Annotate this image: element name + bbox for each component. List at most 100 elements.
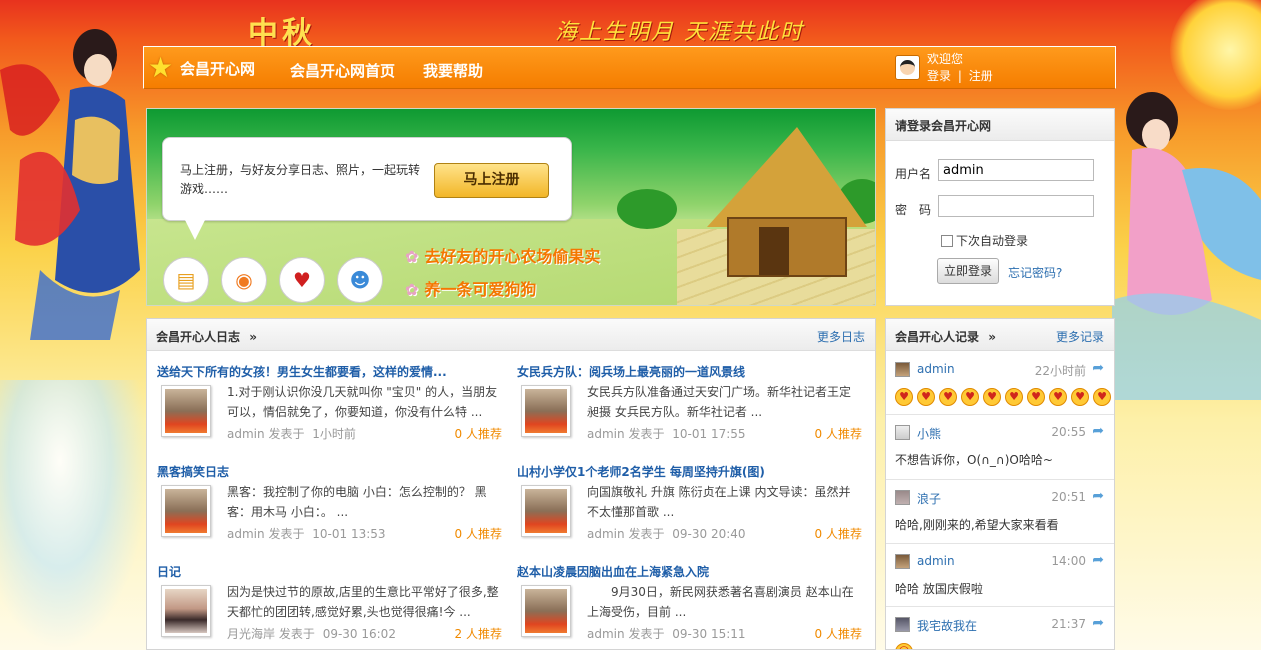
blog-post: 送给天下所有的女孩！男生女生都要看，这样的爱情... 1.对于刚认识你没几天就叫…	[157, 363, 507, 463]
people-icon[interactable]: ☻	[337, 257, 383, 303]
cloud-decoration	[0, 380, 150, 650]
post-thumbnail[interactable]	[521, 585, 571, 637]
reply-arrow-icon[interactable]: ➦	[1092, 360, 1104, 376]
post-meta: admin 发表于 10-01 13:53	[227, 527, 386, 541]
record-item: 浪子 20:51 ➦ 哈哈,刚刚来的,希望大家来看看	[886, 481, 1114, 544]
avatar	[895, 55, 920, 80]
records-panel: 会昌开心人记录 » 更多记录 admin 22小时前 ➦ ♥ ♥ ♥ ♥ ♥ ♥ ♥ ♥ ♥ ♥ …	[885, 318, 1115, 650]
moon-decoration	[1170, 0, 1261, 110]
avatar[interactable]	[895, 362, 910, 377]
reply-arrow-icon[interactable]: ➦	[1092, 615, 1104, 631]
emoticon-icon: ♥	[1027, 388, 1045, 406]
records-panel-header: 会昌开心人记录 » 更多记录	[886, 319, 1114, 351]
record-item: admin 22小时前 ➦ ♥ ♥ ♥ ♥ ♥ ♥ ♥ ♥ ♥ ♥	[886, 353, 1114, 415]
post-recommend-count[interactable]: 2 人推荐	[455, 625, 502, 642]
emoticon-icon: ♥	[895, 388, 913, 406]
post-title[interactable]: 黑客搞笑日志	[157, 463, 229, 480]
post-excerpt: 9月30日，新民网获悉著名喜剧演员 赵本山在上海受伤，目前 ...	[587, 585, 854, 619]
post-excerpt: 女民兵方队准备通过天安门广场。新华社记者王定昶摄 女兵民方队。新华社记者 ...	[587, 385, 852, 419]
reply-arrow-icon[interactable]: ➦	[1092, 552, 1104, 568]
post-excerpt: 黑客：我控制了你的电脑 小白：怎么控制的？ 黑客：用木马 小白：。 ...	[227, 485, 487, 519]
avatar[interactable]	[895, 425, 910, 440]
blog-post: 赵本山凌晨因脑出血在上海紧急入院 9月30日，新民网获悉著名喜剧演员 赵本山在上…	[517, 563, 867, 650]
star-logo-icon: ★	[148, 51, 174, 84]
welcome-text: 欢迎您	[927, 52, 964, 66]
post-meta: admin 发表于 10-01 17:55	[587, 427, 746, 441]
login-submit-button[interactable]: 立即登录	[937, 258, 999, 284]
avatar[interactable]	[895, 490, 910, 505]
message-icon[interactable]: ▤	[163, 257, 209, 303]
record-item: 小熊 20:55 ➦ 不想告诉你，O(∩_∩)O哈哈~	[886, 416, 1114, 480]
username-input[interactable]	[938, 159, 1094, 181]
password-label: 密 码	[895, 203, 932, 217]
avatar[interactable]	[895, 554, 910, 569]
checkbox-box[interactable]	[941, 234, 953, 247]
record-author[interactable]: 浪子	[917, 490, 941, 507]
post-excerpt: 1.对于刚认识你没几天就叫你 "宝贝" 的人，当朋友可以，情侣就免了，你要知道，…	[227, 385, 498, 419]
record-author[interactable]: admin	[917, 362, 955, 376]
emoticon-icon: ♥	[939, 388, 957, 406]
remember-me-label: 下次自动登录	[956, 234, 1029, 248]
post-thumbnail[interactable]	[521, 485, 571, 537]
record-time: 20:51	[1051, 490, 1086, 504]
register-now-button[interactable]: 马上注册	[434, 163, 549, 198]
record-item: admin 14:00 ➦ 哈哈 放国庆假啦	[886, 545, 1114, 607]
post-excerpt: 因为是快过节的原故,店里的生意比平常好了很多,整天都忙的团团转,感觉好累,头也觉…	[227, 585, 499, 619]
feature-icons: ▤ ◉ ♥ ☻	[163, 257, 395, 303]
site-logo[interactable]: ★ 会昌开心网	[148, 53, 255, 83]
more-blogs-link[interactable]: 更多日志	[817, 328, 865, 345]
post-recommend-count[interactable]: 0 人推荐	[815, 425, 862, 442]
post-title[interactable]: 女民兵方队：阅兵场上最亮丽的一道风景线	[517, 363, 745, 380]
post-meta: admin 发表于 1小时前	[227, 427, 356, 441]
emoticon-icon: ♥	[1093, 388, 1111, 406]
emoticon-icon: ♥	[961, 388, 979, 406]
record-author[interactable]: admin	[917, 554, 955, 568]
avatar[interactable]	[895, 617, 910, 632]
register-link[interactable]: 注册	[969, 69, 993, 83]
post-recommend-count[interactable]: 0 人推荐	[455, 525, 502, 542]
main-container: ★ 会昌开心网 会昌开心网首页 我要帮助 欢迎您 登录 | 注册 马上注册，与好…	[143, 46, 1116, 650]
camera-icon[interactable]: ◉	[221, 257, 267, 303]
blog-panel-header: 会昌开心人日志 » 更多日志	[147, 319, 875, 351]
record-content: 不想告诉你，O(∩_∩)O哈哈~	[895, 453, 1053, 467]
blog-panel-title: 会昌开心人日志 »	[156, 330, 257, 344]
records-panel-title: 会昌开心人记录 »	[895, 330, 996, 344]
post-title[interactable]: 山村小学仅1个老师2名学生 每周坚持升旗(图)	[517, 463, 765, 480]
login-panel: 请登录会昌开心网 用户名 密 码 下次自动登录 立即登录 忘记密码?	[885, 108, 1115, 306]
post-thumbnail[interactable]	[161, 485, 211, 537]
nav-home-link[interactable]: 会昌开心网首页	[290, 60, 395, 81]
password-input[interactable]	[938, 195, 1094, 217]
post-meta: admin 发表于 09-30 15:11	[587, 627, 746, 641]
blog-post: 日记 因为是快过节的原故,店里的生意比平常好了很多,整天都忙的团团转,感觉好累,…	[157, 563, 507, 650]
emoticon-icon: ♥	[983, 388, 1001, 406]
post-thumbnail[interactable]	[161, 585, 211, 637]
reply-arrow-icon[interactable]: ➦	[1092, 488, 1104, 504]
post-title[interactable]: 赵本山凌晨因脑出血在上海紧急入院	[517, 563, 709, 580]
festival-slogan: 海上生明月 天涯共此时	[555, 20, 804, 45]
post-title[interactable]: 送给天下所有的女孩！男生女生都要看，这样的爱情...	[157, 363, 447, 380]
remember-me-checkbox[interactable]: 下次自动登录	[941, 232, 1028, 249]
record-author[interactable]: 小熊	[917, 425, 941, 442]
record-emoticons: ☺	[895, 643, 917, 649]
cards-icon[interactable]: ♥	[279, 257, 325, 303]
forgot-password-link[interactable]: 忘记密码?	[1008, 264, 1062, 281]
record-author[interactable]: 我宅故我在	[917, 617, 977, 634]
post-thumbnail[interactable]	[521, 385, 571, 437]
post-recommend-count[interactable]: 0 人推荐	[455, 425, 502, 442]
post-meta: admin 发表于 09-30 20:40	[587, 527, 746, 541]
record-item: 我宅故我在 21:37 ➦ ☺	[886, 608, 1114, 649]
blog-post: 女民兵方队：阅兵场上最亮丽的一道风景线 女民兵方队准备通过天安门广场。新华社记者…	[517, 363, 867, 463]
emoticon-icon: ♥	[917, 388, 935, 406]
record-content: 哈哈 放国庆假啦	[895, 582, 983, 596]
nav-help-link[interactable]: 我要帮助	[423, 60, 483, 81]
reply-arrow-icon[interactable]: ➦	[1092, 423, 1104, 439]
login-link[interactable]: 登录	[927, 69, 951, 83]
record-time: 14:00	[1051, 554, 1086, 568]
more-records-link[interactable]: 更多记录	[1056, 328, 1104, 345]
post-recommend-count[interactable]: 0 人推荐	[815, 525, 862, 542]
post-thumbnail[interactable]	[161, 385, 211, 437]
username-label: 用户名	[895, 167, 932, 181]
record-time: 22小时前	[1034, 364, 1086, 378]
post-recommend-count[interactable]: 0 人推荐	[815, 625, 862, 642]
post-title[interactable]: 日记	[157, 563, 181, 580]
